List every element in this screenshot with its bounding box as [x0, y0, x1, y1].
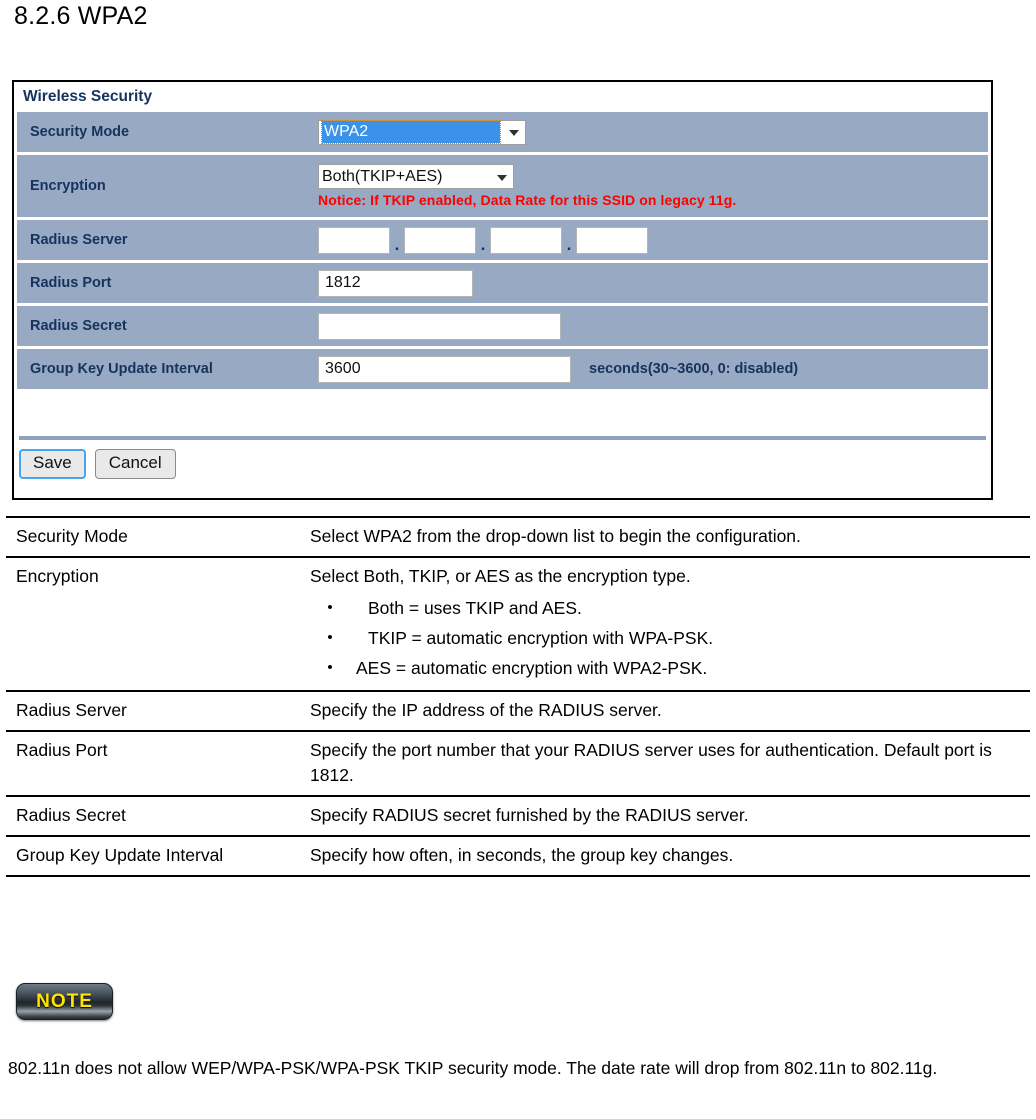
- bullet-icon: •: [327, 629, 333, 646]
- desc-value: Specify the port number that your RADIUS…: [300, 730, 1030, 797]
- table-row: Group Key Update Interval Specify how of…: [6, 835, 1030, 877]
- radius-server-octet-3[interactable]: [490, 226, 562, 254]
- chevron-down-icon: [497, 174, 507, 181]
- table-row: Radius Secret Specify RADIUS secret furn…: [6, 795, 1030, 837]
- ip-separator: .: [480, 234, 486, 254]
- desc-value: Specify how often, in seconds, the group…: [300, 835, 1030, 877]
- field-description-table: Security Mode Select WPA2 from the drop-…: [6, 516, 1030, 877]
- note-text: 802.11n does not allow WEP/WPA-PSK/WPA-P…: [8, 1058, 938, 1078]
- list-item: • AES = automatic encryption with WPA2-P…: [310, 653, 1028, 683]
- value-encryption: Both(TKIP+AES) Notice: If TKIP enabled, …: [308, 155, 988, 217]
- encryption-bullet-list: • Both = uses TKIP and AES. • TKIP = aut…: [310, 593, 1028, 683]
- note-badge-label: NOTE: [36, 990, 93, 1012]
- panel-footer: Save Cancel: [17, 436, 988, 494]
- table-row: Radius Server Specify the IP address of …: [6, 690, 1030, 732]
- radius-server-octet-2[interactable]: [404, 226, 476, 254]
- row-radius-secret: Radius Secret: [17, 306, 988, 346]
- security-mode-selected-value: WPA2: [321, 120, 501, 144]
- label-radius-server: Radius Server: [17, 220, 308, 260]
- label-security-mode: Security Mode: [17, 112, 308, 152]
- page-root: 8.2.6 WPA2 Wireless Security Security Mo…: [0, 0, 1036, 1119]
- ip-address-group: . . .: [318, 226, 648, 254]
- desc-key: Radius Server: [6, 690, 300, 732]
- desc-value: Select WPA2 from the drop-down list to b…: [300, 516, 1030, 558]
- ip-separator: .: [566, 234, 572, 254]
- list-item: • TKIP = automatic encryption with WPA-P…: [310, 623, 1028, 653]
- security-mode-select[interactable]: WPA2: [318, 119, 526, 145]
- note-badge: NOTE: [16, 983, 113, 1020]
- group-key-update-interval-input[interactable]: 3600: [318, 355, 571, 383]
- encryption-notice: Notice: If TKIP enabled, Data Rate for t…: [318, 192, 737, 208]
- table-row: Security Mode Select WPA2 from the drop-…: [6, 516, 1030, 558]
- bullet-icon: •: [327, 599, 333, 616]
- save-button[interactable]: Save: [19, 449, 86, 479]
- group-key-update-interval-unit: seconds(30~3600, 0: disabled): [589, 361, 799, 377]
- value-radius-port: 1812: [308, 263, 988, 303]
- encryption-select[interactable]: Both(TKIP+AES): [318, 164, 514, 189]
- list-item-label: AES = automatic encryption with WPA2-PSK…: [356, 658, 708, 678]
- cancel-button[interactable]: Cancel: [94, 449, 176, 479]
- radius-server-octet-1[interactable]: [318, 226, 390, 254]
- label-group-key-update-interval: Group Key Update Interval: [17, 349, 308, 389]
- table-row: Encryption Select Both, TKIP, or AES as …: [6, 556, 1030, 692]
- settings-rows: Security Mode WPA2 Encryption Both(TKIP+…: [14, 112, 991, 389]
- row-encryption: Encryption Both(TKIP+AES) Notice: If TKI…: [17, 155, 988, 217]
- label-radius-port: Radius Port: [17, 263, 308, 303]
- bullet-icon: •: [327, 659, 333, 676]
- list-item-label: Both = uses TKIP and AES.: [368, 598, 582, 618]
- radius-secret-input[interactable]: [318, 312, 561, 340]
- desc-value-text: Select Both, TKIP, or AES as the encrypt…: [310, 566, 691, 586]
- label-encryption: Encryption: [17, 155, 308, 217]
- value-radius-secret: [308, 306, 988, 346]
- ip-separator: .: [394, 234, 400, 254]
- desc-value: Specify RADIUS secret furnished by the R…: [300, 795, 1030, 837]
- page-title: 8.2.6 WPA2: [14, 2, 148, 30]
- panel-header: Wireless Security: [14, 82, 991, 112]
- button-bar: Save Cancel: [17, 449, 988, 479]
- row-security-mode: Security Mode WPA2: [17, 112, 988, 152]
- chevron-down-icon: [509, 130, 519, 136]
- row-radius-server: Radius Server . . .: [17, 220, 988, 260]
- row-group-key-update-interval: Group Key Update Interval 3600 seconds(3…: [17, 349, 988, 389]
- radius-server-octet-4[interactable]: [576, 226, 648, 254]
- desc-value: Select Both, TKIP, or AES as the encrypt…: [300, 556, 1030, 692]
- radius-port-input[interactable]: 1812: [318, 269, 473, 297]
- encryption-selected-value: Both(TKIP+AES): [322, 167, 443, 185]
- desc-value: Specify the IP address of the RADIUS ser…: [300, 690, 1030, 732]
- row-radius-port: Radius Port 1812: [17, 263, 988, 303]
- label-radius-secret: Radius Secret: [17, 306, 308, 346]
- desc-key: Radius Secret: [6, 795, 300, 837]
- value-security-mode: WPA2: [308, 112, 988, 152]
- list-item: • Both = uses TKIP and AES.: [310, 593, 1028, 623]
- desc-key: Security Mode: [6, 516, 300, 558]
- desc-key: Encryption: [6, 556, 300, 692]
- table-row: Radius Port Specify the port number that…: [6, 730, 1030, 797]
- footer-divider: [19, 436, 986, 440]
- desc-key: Group Key Update Interval: [6, 835, 300, 877]
- wireless-security-panel: Wireless Security Security Mode WPA2 Enc…: [12, 80, 993, 500]
- value-group-key-update-interval: 3600 seconds(30~3600, 0: disabled): [308, 349, 988, 389]
- value-radius-server: . . .: [308, 220, 988, 260]
- desc-key: Radius Port: [6, 730, 300, 797]
- list-item-label: TKIP = automatic encryption with WPA-PSK…: [368, 628, 714, 648]
